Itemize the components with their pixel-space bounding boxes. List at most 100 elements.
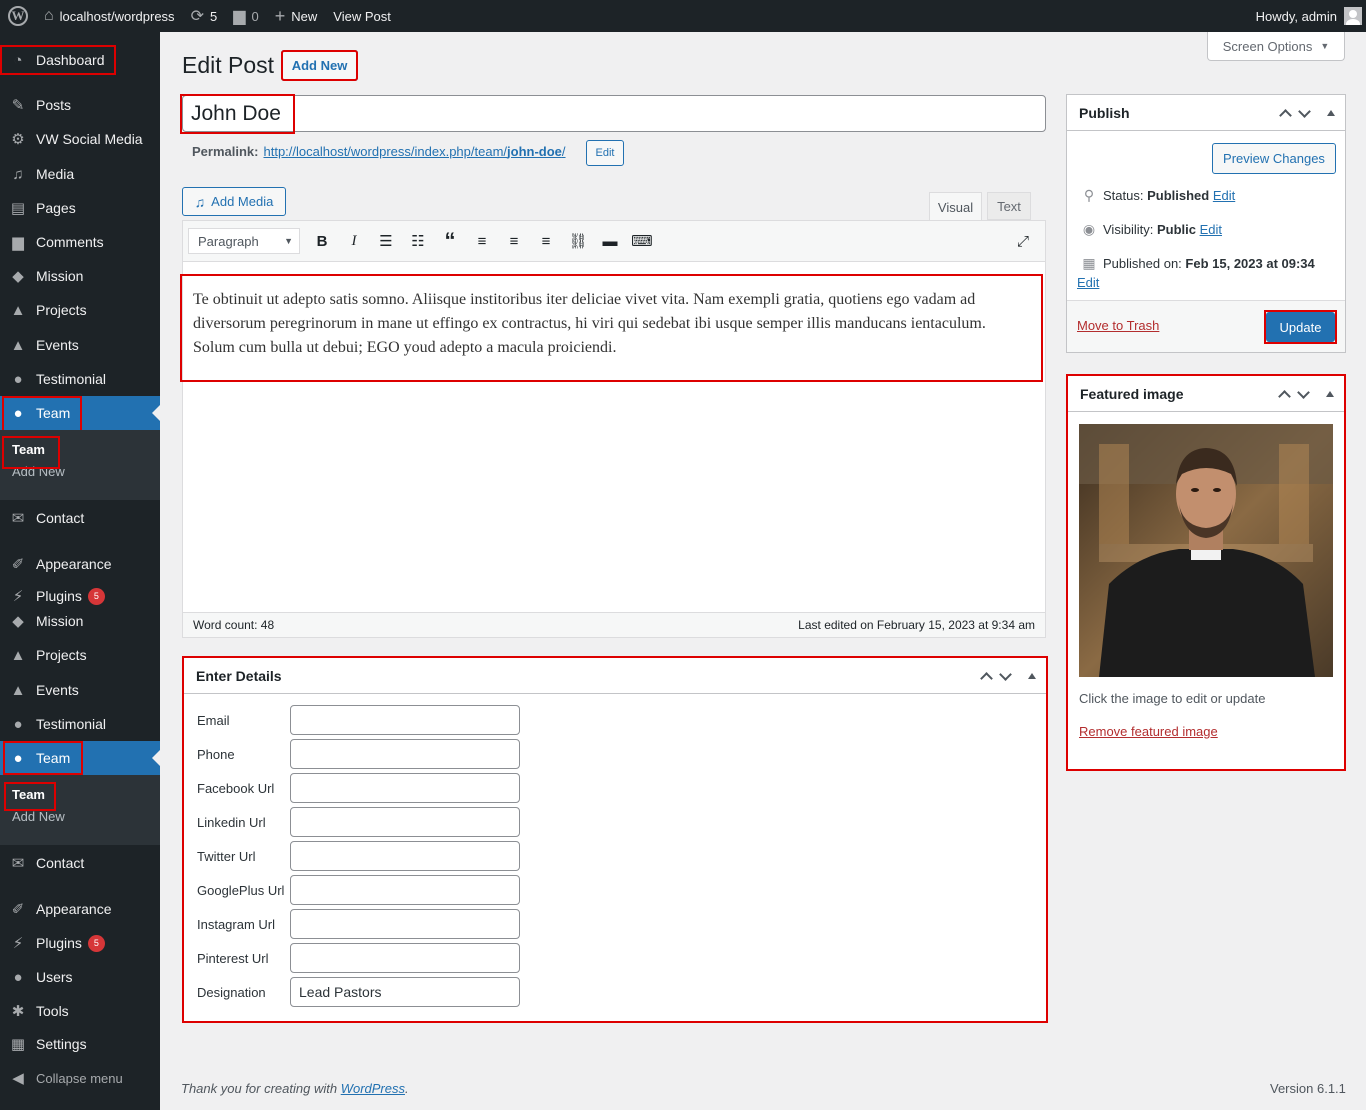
numbered-list-icon[interactable]: ☷ [402, 232, 434, 250]
plugins-badge: 5 [87, 934, 105, 952]
status-row: ⚲ Status: Published Edit [1077, 187, 1235, 204]
highlight-box [3, 741, 83, 775]
move-down-icon[interactable] [999, 667, 1012, 681]
bold-icon[interactable]: B [306, 233, 338, 250]
comments-link[interactable]: ▆ 0 [225, 0, 267, 32]
site-name-link[interactable]: ⌂ localhost/wordpress [36, 0, 183, 32]
menu-item-mission-2[interactable]: ◆ Mission [0, 604, 160, 638]
box-controls [1279, 95, 1335, 131]
toggle-panel-icon[interactable] [1326, 391, 1334, 397]
twitter-url-field[interactable] [290, 841, 520, 871]
preview-changes-button[interactable]: Preview Changes [1212, 143, 1336, 174]
pin-icon: ⚲ [1083, 187, 1095, 203]
calendar-icon: ▦ [1082, 255, 1096, 271]
screen-options-button[interactable]: Screen Options ▼ [1207, 32, 1345, 61]
remove-featured-image-link[interactable]: Remove featured image [1079, 724, 1218, 739]
envelope-icon: ✉ [11, 510, 25, 527]
move-down-icon[interactable] [1297, 385, 1310, 399]
menu-item-posts[interactable]: ✎ Posts [0, 88, 160, 122]
move-to-trash-link[interactable]: Move to Trash [1077, 318, 1159, 333]
plug-icon: ⚡ [12, 588, 24, 605]
new-content-link[interactable]: + New [267, 0, 326, 32]
edit-status-link[interactable]: Edit [1213, 188, 1235, 203]
wordpress-link[interactable]: WordPress [341, 1081, 405, 1096]
googleplus-url-field[interactable] [290, 875, 520, 905]
highlight-box [4, 782, 56, 811]
menu-item-media[interactable]: ♫ Media [0, 157, 160, 191]
tab-visual[interactable]: Visual [929, 192, 982, 221]
designation-field[interactable]: Lead Pastors [290, 977, 520, 1007]
fullscreen-icon[interactable]: ⤢ [1007, 233, 1039, 250]
align-center-icon[interactable]: ≡ [498, 233, 530, 250]
menu-item-tools[interactable]: ✱ Tools [0, 994, 160, 1028]
menu-item-contact-2[interactable]: ✉ Contact [0, 846, 160, 880]
move-up-icon[interactable] [1278, 389, 1291, 403]
menu-item-plugins-2[interactable]: ⚡ Plugins 5 [0, 926, 160, 960]
bullet-list-icon[interactable]: ☰ [370, 232, 402, 250]
email-field[interactable] [290, 705, 520, 735]
eye-icon: ◉ [1082, 221, 1096, 237]
read-more-icon[interactable]: ▬ [594, 233, 626, 250]
phone-field[interactable] [290, 739, 520, 769]
linkedin-url-field[interactable] [290, 807, 520, 837]
menu-item-dashboard[interactable]: ◔ Dashboard [0, 45, 116, 75]
field-designation: Designation Lead Pastors [197, 977, 520, 1007]
menu-item-testimonial-2[interactable]: ● Testimonial [0, 707, 160, 741]
permalink-link[interactable]: http://localhost/wordpress/index.php/tea… [263, 144, 565, 159]
view-post-link[interactable]: View Post [325, 0, 399, 32]
blockquote-icon[interactable]: “ [434, 228, 466, 254]
menu-item-appearance-2[interactable]: ✐ Appearance [0, 892, 160, 926]
menu-item-users[interactable]: ● Users [0, 960, 160, 994]
menu-item-events[interactable]: ▲ Events [0, 328, 160, 362]
menu-item-events-2[interactable]: ▲ Events [0, 673, 160, 707]
updates-link[interactable]: ⟳ 5 [183, 0, 226, 32]
tab-text[interactable]: Text [987, 192, 1031, 220]
toggle-panel-icon[interactable] [1028, 673, 1036, 679]
pages-icon: ▤ [10, 200, 26, 217]
toolbar-toggle-icon[interactable]: ⌨ [626, 232, 658, 250]
permalink-edit-button[interactable]: Edit [586, 140, 624, 166]
menu-item-pages[interactable]: ▤ Pages [0, 191, 160, 225]
editor-content[interactable]: Te obtinuit ut adepto satis somno. Aliis… [180, 274, 1043, 382]
move-up-icon[interactable] [980, 671, 993, 685]
move-up-icon[interactable] [1279, 108, 1292, 122]
edit-visibility-link[interactable]: Edit [1200, 222, 1222, 237]
triangle-down-icon: ▼ [1320, 41, 1330, 51]
menu-item-vw-social-media[interactable]: ⚙ VW Social Media [0, 122, 160, 156]
featured-image[interactable] [1079, 424, 1333, 677]
menu-item-comments[interactable]: ▆ Comments [0, 225, 160, 259]
menu-item-testimonial[interactable]: ● Testimonial [0, 362, 160, 396]
pin-icon: ✎ [11, 97, 25, 114]
collapse-menu-button[interactable]: ◀ Collapse menu [0, 1061, 160, 1095]
users-icon: ● [13, 968, 23, 986]
format-select[interactable]: Paragraph ▼ [188, 228, 300, 254]
field-twitter: Twitter Url [197, 841, 520, 871]
menu-item-mission[interactable]: ◆ Mission [0, 259, 160, 293]
update-button[interactable]: Update [1266, 312, 1335, 342]
link-icon[interactable]: ⛓ [562, 232, 594, 250]
post-title-input[interactable] [182, 95, 1046, 132]
triangle-down-icon: ▼ [284, 236, 293, 246]
featured-image-box: Featured image Click the image to edit o… [1066, 374, 1346, 771]
facebook-url-field[interactable] [290, 773, 520, 803]
align-left-icon[interactable]: ≡ [466, 233, 498, 250]
updates-icon: ⟳ [190, 8, 204, 25]
move-down-icon[interactable] [1298, 104, 1311, 118]
edit-date-link[interactable]: Edit [1077, 275, 1099, 290]
add-new-button[interactable]: Add New [281, 50, 358, 81]
pinterest-url-field[interactable] [290, 943, 520, 973]
menu-item-appearance[interactable]: ✐ Appearance [0, 547, 160, 581]
box-controls [1278, 376, 1334, 412]
my-account-link[interactable]: Howdy, admin [1248, 0, 1366, 32]
menu-item-settings[interactable]: ▦ Settings [0, 1027, 160, 1061]
menu-item-projects[interactable]: ▲ Projects [0, 293, 160, 327]
wordpress-logo-button[interactable]: W [0, 0, 36, 32]
add-media-button[interactable]: ♫ Add Media [182, 187, 286, 216]
toggle-panel-icon[interactable] [1327, 110, 1335, 116]
menu-item-contact[interactable]: ✉ Contact [0, 501, 160, 535]
tag-icon: ◆ [12, 613, 24, 630]
menu-item-projects-2[interactable]: ▲ Projects [0, 638, 160, 672]
align-right-icon[interactable]: ≡ [530, 233, 562, 250]
instagram-url-field[interactable] [290, 909, 520, 939]
italic-icon[interactable]: I [338, 233, 370, 250]
